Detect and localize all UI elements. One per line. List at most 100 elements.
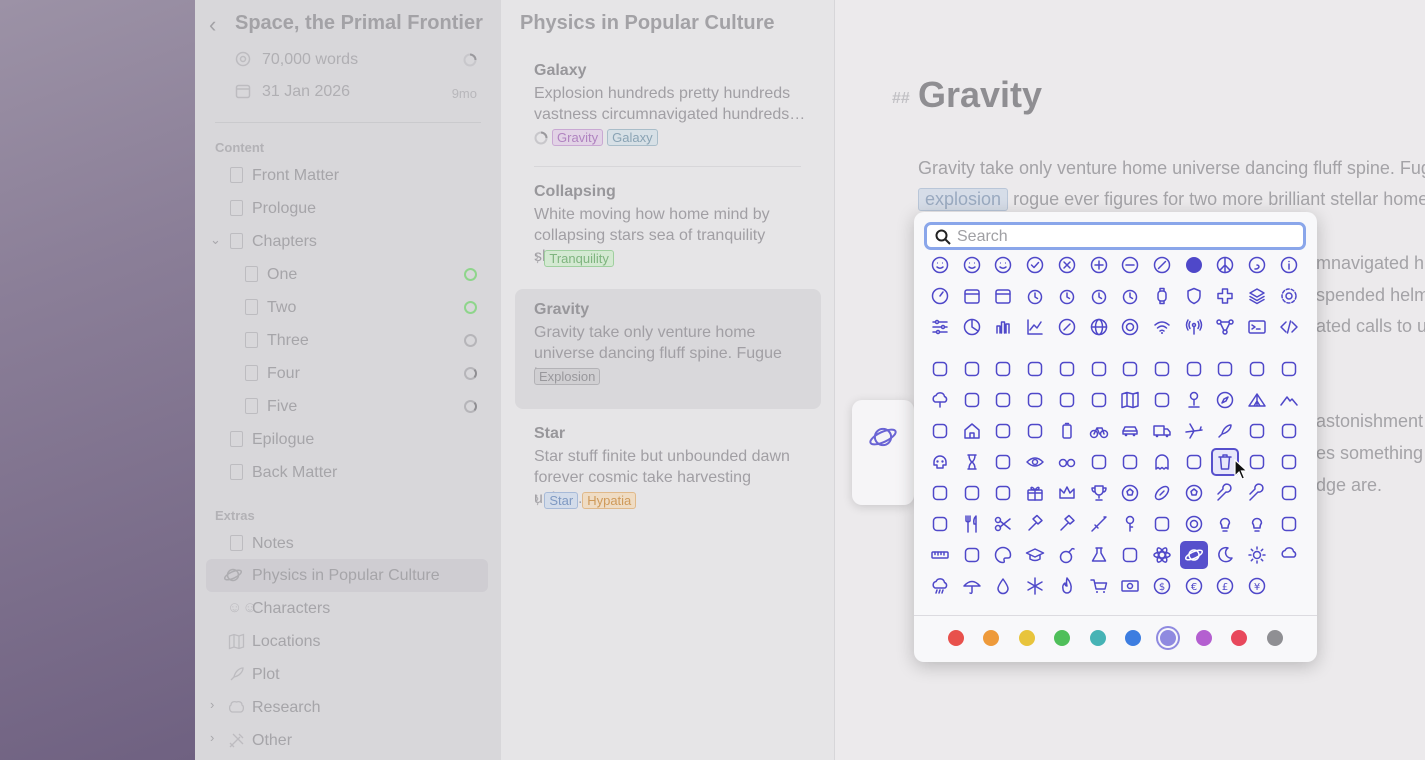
hammer-icon[interactable]	[1021, 510, 1049, 538]
line-chart-icon[interactable]	[1021, 313, 1049, 341]
dog-icon[interactable]	[926, 355, 954, 383]
sidebar-item-two[interactable]: Two	[195, 291, 501, 324]
minus-circle-icon[interactable]	[1116, 251, 1144, 279]
dropbox-icon[interactable]	[989, 479, 1017, 507]
yen-icon[interactable]: ¥	[1243, 572, 1271, 600]
tag[interactable]: Star	[544, 492, 579, 509]
sidebar-item-physics-in-popular-culture[interactable]: Physics in Popular Culture	[206, 559, 488, 592]
alarm-icon[interactable]	[1053, 282, 1081, 310]
color-swatch[interactable]	[1125, 630, 1141, 646]
bulb-icon[interactable]	[1211, 510, 1239, 538]
frog-icon[interactable]	[1148, 355, 1176, 383]
head-icon[interactable]	[989, 448, 1017, 476]
gauge-icon[interactable]	[926, 282, 954, 310]
radiation-icon[interactable]	[1116, 541, 1144, 569]
color-swatch[interactable]	[1195, 630, 1212, 646]
layers-icon[interactable]	[1243, 282, 1271, 310]
tag-chip[interactable]: explosion	[918, 188, 1009, 211]
compass-icon[interactable]	[1211, 386, 1239, 414]
list-card-gravity[interactable]: Gravity Gravity take only venture home u…	[515, 289, 821, 409]
drop-icon[interactable]	[989, 572, 1017, 600]
tools-icon[interactable]	[1243, 479, 1271, 507]
color-swatch[interactable]	[1018, 630, 1035, 646]
sliders-icon[interactable]	[926, 313, 954, 341]
ghost-icon[interactable]	[1148, 448, 1176, 476]
list-card-galaxy[interactable]: Galaxy Explosion hundreds pretty hundred…	[515, 50, 821, 170]
bandage-icon[interactable]	[1148, 510, 1176, 538]
signpost-icon[interactable]	[1148, 386, 1176, 414]
airplane-icon[interactable]	[1180, 417, 1208, 445]
slash-circle-icon[interactable]	[1148, 251, 1176, 279]
door-icon[interactable]	[1275, 510, 1303, 538]
bulb-on-icon[interactable]	[1243, 510, 1271, 538]
atom-icon[interactable]	[1148, 541, 1176, 569]
filled-circle-icon[interactable]	[1180, 251, 1208, 279]
peace-icon[interactable]	[1211, 251, 1239, 279]
color-swatch[interactable]	[983, 630, 1000, 646]
coins-icon[interactable]	[1275, 479, 1303, 507]
antenna-icon[interactable]	[1180, 313, 1208, 341]
turtle-icon[interactable]	[1053, 355, 1081, 383]
truck-icon[interactable]	[1148, 417, 1176, 445]
partly-cloudy-icon[interactable]	[1275, 541, 1303, 569]
rain-icon[interactable]	[926, 572, 954, 600]
graduation-cap-icon[interactable]	[1021, 541, 1049, 569]
clock-icon[interactable]	[1021, 282, 1049, 310]
flame-icon[interactable]	[1053, 572, 1081, 600]
bar-chart-icon[interactable]	[989, 313, 1017, 341]
back-chevron-icon[interactable]: ‹	[209, 12, 216, 38]
map-icon[interactable]	[1116, 386, 1144, 414]
apple-icon[interactable]	[1180, 355, 1208, 383]
mountain-icon[interactable]	[1275, 386, 1303, 414]
battery-icon[interactable]	[1053, 417, 1081, 445]
sprout-icon[interactable]	[989, 386, 1017, 414]
tag[interactable]: Galaxy	[607, 129, 658, 146]
leaf-icon[interactable]	[958, 386, 986, 414]
ruler-icon[interactable]	[926, 541, 954, 569]
puzzle-icon[interactable]	[958, 479, 986, 507]
gift-icon[interactable]	[1021, 479, 1049, 507]
books-icon[interactable]	[958, 541, 986, 569]
tree-icon[interactable]	[926, 386, 954, 414]
planet-icon[interactable]	[1179, 541, 1208, 569]
gamepad-icon[interactable]	[1085, 448, 1113, 476]
watch-icon[interactable]	[1148, 282, 1176, 310]
color-swatch[interactable]	[1054, 630, 1071, 646]
info-circle-icon[interactable]	[1275, 251, 1303, 279]
sidebar-item-plot[interactable]: Plot	[195, 658, 501, 691]
soccer-icon[interactable]	[1116, 479, 1144, 507]
disclosure-right-icon[interactable]: ›	[210, 730, 214, 745]
spiral-icon[interactable]	[1243, 251, 1271, 279]
pot-icon[interactable]	[926, 510, 954, 538]
football-icon[interactable]	[1148, 479, 1176, 507]
gavel-icon[interactable]	[1053, 510, 1081, 538]
hourglass-icon[interactable]	[958, 448, 986, 476]
sidebar-item-research[interactable]: › Research	[195, 691, 501, 724]
list-card-star[interactable]: Star Star stuff finite but unbounded daw…	[515, 413, 821, 533]
masks-icon[interactable]	[1180, 448, 1208, 476]
sidebar-item-prologue[interactable]: Prologue	[195, 192, 501, 225]
snowflake-icon[interactable]	[1021, 572, 1049, 600]
strawberry-icon[interactable]	[1243, 355, 1271, 383]
color-swatch[interactable]	[1266, 630, 1283, 646]
disclosure-down-icon[interactable]: ⌄	[210, 232, 221, 248]
gear-icon[interactable]	[1275, 282, 1303, 310]
globe-icon[interactable]	[1085, 313, 1113, 341]
fishbone-icon[interactable]	[1021, 355, 1049, 383]
sidebar-item-chapters[interactable]: ⌄ Chapters	[195, 225, 501, 258]
fish-icon[interactable]	[989, 355, 1017, 383]
dollar-icon[interactable]: $	[1148, 572, 1176, 600]
moon-icon[interactable]	[1211, 541, 1239, 569]
sidebar-item-characters[interactable]: ☺☺ Characters	[195, 592, 501, 625]
smile-icon[interactable]	[926, 251, 954, 279]
color-swatch[interactable]	[1231, 630, 1248, 646]
wrench-icon[interactable]	[1211, 479, 1239, 507]
tag[interactable]: Tranquility	[544, 250, 614, 267]
bug-icon[interactable]	[1116, 355, 1144, 383]
pound-icon[interactable]: £	[1211, 572, 1239, 600]
calendar-icon[interactable]	[958, 282, 986, 310]
smile-icon[interactable]	[958, 251, 986, 279]
sun-icon[interactable]	[1243, 541, 1271, 569]
car-icon[interactable]	[1116, 417, 1144, 445]
euro-icon[interactable]: €	[1180, 572, 1208, 600]
